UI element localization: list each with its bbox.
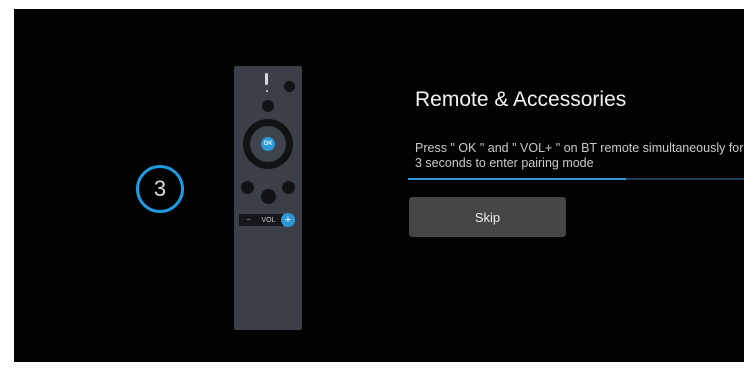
power-button-icon (284, 81, 295, 92)
mic-slot-icon (265, 73, 268, 85)
dpad-ring-icon: OK (250, 126, 286, 162)
volume-label: VOL (261, 216, 276, 224)
volume-plus-icon: + (281, 213, 295, 227)
countdown-value: 3 (153, 176, 167, 201)
tv-screen: 3 OK − VOL + Remote & Accessories Press … (14, 9, 744, 362)
countdown-ring: 3 (136, 165, 184, 213)
menu-button-icon (282, 181, 295, 194)
back-button-icon (241, 181, 254, 194)
volume-rocker: − VOL (239, 214, 283, 226)
indicator-dot-icon (266, 90, 268, 92)
volume-minus-label: − (246, 216, 251, 224)
pairing-progress-fill (408, 178, 627, 180)
home-button-icon (261, 189, 276, 204)
dpad-icon: OK (243, 119, 293, 169)
skip-button[interactable]: Skip (409, 197, 566, 237)
voice-button-icon (262, 100, 274, 112)
pairing-progress-bar (408, 178, 744, 180)
remote-illustration: OK − VOL + (234, 66, 302, 330)
page-title: Remote & Accessories (415, 88, 627, 111)
ok-button-icon: OK (261, 137, 275, 151)
pairing-instructions: Press " OK " and " VOL+ " on BT remote s… (415, 141, 744, 170)
